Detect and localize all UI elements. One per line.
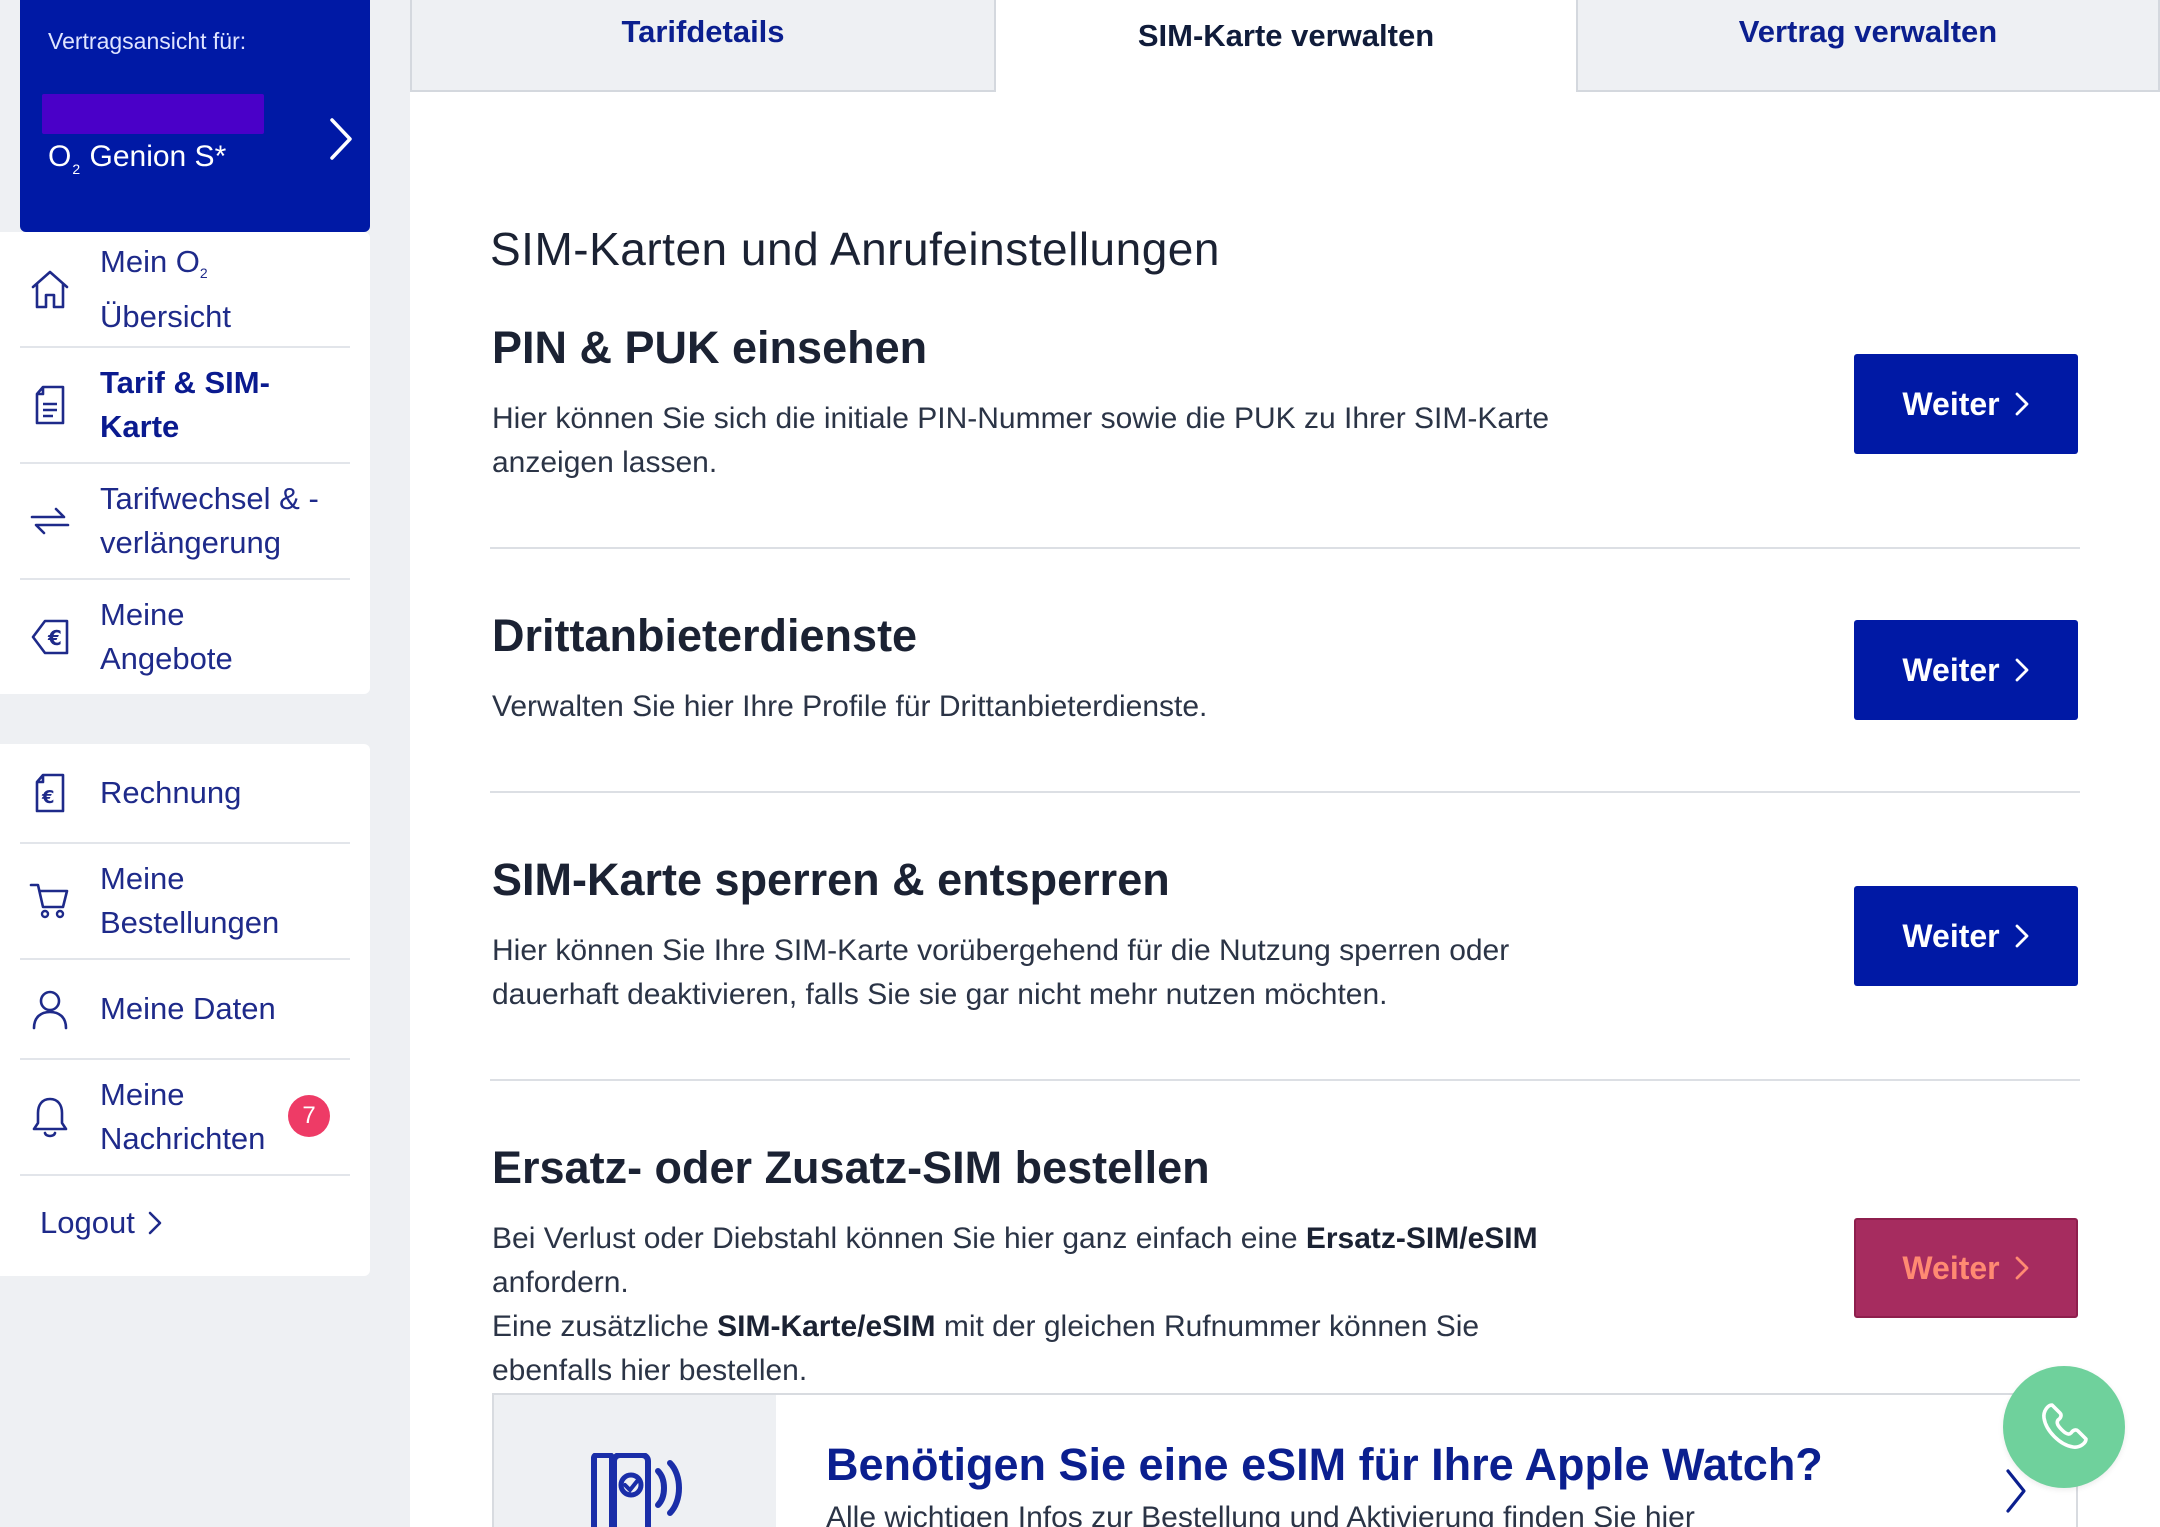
card-desc-lock-sim: Hier können Sie Ihre SIM-Karte vorüberge… [492, 934, 1510, 1011]
sidebar-item-my-data[interactable]: Meine Daten [20, 960, 350, 1060]
contract-tariff-name: O2 Genion S* [48, 140, 227, 177]
card-desc-third-party: Verwalten Sie hier Ihre Profile für Drit… [492, 690, 1208, 723]
replacement-sim-weiter-button[interactable]: Weiter [1854, 1218, 2078, 1318]
card-title-third-party: Drittanbieterdienste [492, 610, 918, 661]
chevron-right-icon [2014, 389, 2030, 419]
divider [490, 791, 2080, 793]
unread-messages-badge: 7 [288, 1095, 330, 1137]
card-desc-replacement-sim: Bei Verlust oder Diebstahl können Sie hi… [492, 1222, 1538, 1387]
promo-icon-area [494, 1395, 776, 1527]
contract-selector[interactable]: Vertragsansicht für: O2 Genion S* [20, 0, 370, 232]
chevron-right-icon [2014, 1253, 2030, 1283]
chevron-right-icon[interactable] [318, 114, 362, 164]
shopping-cart-icon [20, 881, 80, 921]
sidebar-nav-secondary: € Rechnung Meine Bestellungen Meine Daten… [0, 744, 370, 1276]
bell-icon [20, 1095, 80, 1139]
svg-text:€: € [47, 626, 62, 650]
chevron-right-icon [147, 1209, 163, 1237]
sidebar-item-overview[interactable]: Mein O2 Übersicht [20, 232, 350, 348]
smartwatch-icon [591, 1453, 682, 1527]
promo-title: Benötigen Sie eine eSIM für Ihre Apple W… [826, 1439, 1823, 1490]
apple-watch-esim-banner[interactable]: Benötigen Sie eine eSIM für Ihre Apple W… [492, 1393, 2078, 1527]
chevron-right-icon [2004, 1467, 2028, 1520]
sidebar-item-offers[interactable]: € Meine Angebote [20, 580, 350, 694]
tab-manage-contract[interactable]: Vertrag verwalten [1576, 0, 2160, 92]
third-party-weiter-button[interactable]: Weiter [1854, 620, 2078, 720]
tab-tariff-details[interactable]: Tarifdetails [410, 0, 996, 92]
sidebar-item-orders[interactable]: Meine Bestellungen [20, 844, 350, 960]
call-button[interactable] [2003, 1366, 2125, 1488]
user-icon [20, 988, 80, 1030]
svg-text:€: € [41, 787, 55, 808]
card-title-replacement-sim: Ersatz- oder Zusatz-SIM bestellen [492, 1142, 1210, 1193]
card-title-lock-sim: SIM-Karte sperren & entsperren [492, 854, 1170, 905]
card-desc-pin-puk: Hier können Sie sich die initiale PIN-Nu… [492, 402, 1550, 479]
euro-tag-icon: € [20, 616, 80, 658]
chevron-right-icon [2014, 655, 2030, 685]
contract-label: Vertragsansicht für: [48, 28, 247, 54]
sidebar-item-messages[interactable]: Meine Nachrichten 7 [20, 1060, 350, 1176]
home-icon [20, 267, 80, 311]
phone-icon [2042, 1403, 2088, 1449]
tab-bar: Tarifdetails SIM-Karte verwalten Vertrag… [410, 0, 2160, 92]
redacted-contract-name [42, 94, 264, 134]
promo-text: Alle wichtigen Infos zur Bestellung und … [826, 1501, 1695, 1527]
euro-invoice-icon: € [20, 772, 80, 814]
pin-puk-weiter-button[interactable]: Weiter [1854, 354, 2078, 454]
sidebar-nav-primary: Mein O2 Übersicht Tarif & SIM- Karte Tarif… [0, 232, 370, 694]
sidebar-item-tariff-sim[interactable]: Tarif & SIM- Karte [20, 348, 350, 464]
divider [490, 1079, 2080, 1081]
card-title-pin-puk: PIN & PUK einsehen [492, 322, 928, 373]
sidebar-item-tariff-change[interactable]: Tarifwechsel & - verlängerung [20, 464, 350, 580]
divider [490, 547, 2080, 549]
document-icon [20, 384, 80, 426]
sidebar-item-invoice[interactable]: € Rechnung [20, 744, 350, 844]
tab-manage-sim[interactable]: SIM-Karte verwalten [996, 0, 1576, 92]
swap-arrows-icon [20, 503, 80, 539]
page-title: SIM-Karten und Anrufeinstellungen [490, 223, 1220, 275]
lock-sim-weiter-button[interactable]: Weiter [1854, 886, 2078, 986]
logout-link[interactable]: Logout [40, 1205, 163, 1241]
chevron-right-icon [2014, 921, 2030, 951]
